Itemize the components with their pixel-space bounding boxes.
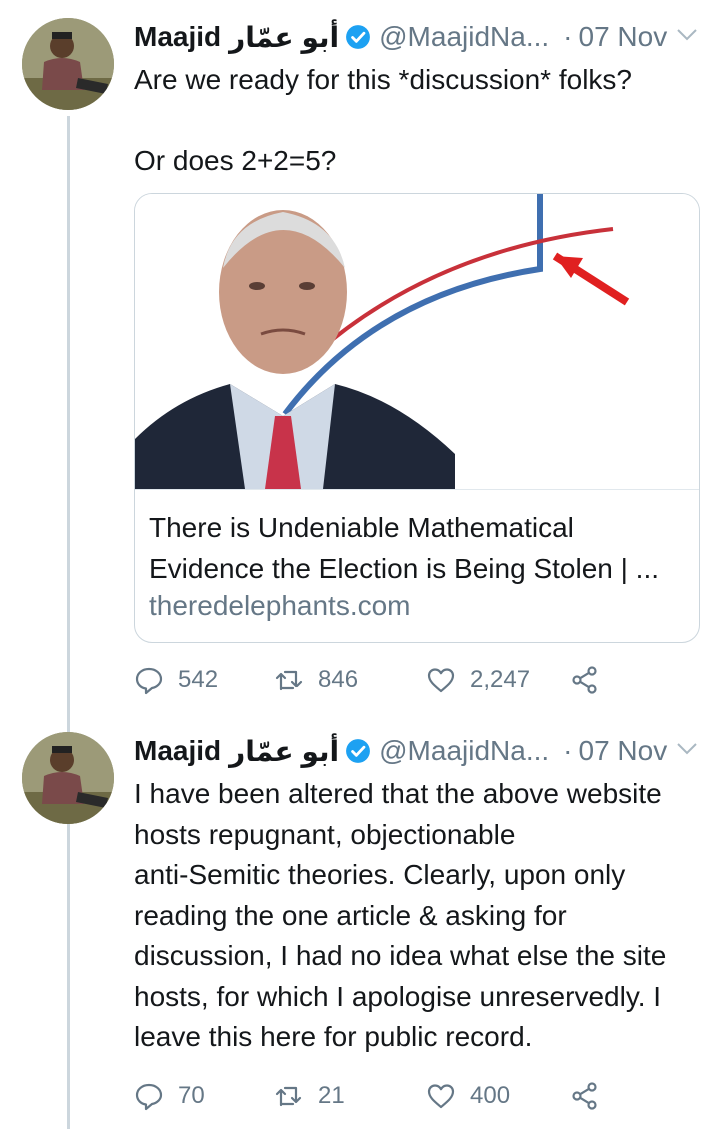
share-button[interactable] <box>570 1076 614 1116</box>
user-handle[interactable]: @MaajidNa... <box>379 735 549 767</box>
tweet-actions: 70 21 400 <box>134 1076 634 1116</box>
link-card-title[interactable]: There is Undeniable Mathematical Evidenc… <box>149 507 685 589</box>
separator-dot: · <box>563 735 573 766</box>
link-card-divider <box>135 489 699 490</box>
separator-dot: · <box>563 21 573 52</box>
retweet-button[interactable]: 846 <box>274 660 358 700</box>
retweet-button[interactable]: 21 <box>274 1076 345 1116</box>
tweet-text-line: anti-Semitic theories. Clearly, upon onl… <box>134 859 626 890</box>
tweet-text-line: hosts repugnant, objectionable <box>134 818 516 850</box>
tweet-header: Maajid أبو عمّار @MaajidNa... · 07 Nov <box>134 18 704 56</box>
display-name[interactable]: Maajid <box>134 735 221 767</box>
link-card[interactable]: There is Undeniable Mathematical Evidenc… <box>134 193 700 643</box>
like-icon <box>427 668 455 693</box>
reply-button[interactable]: 70 <box>134 1076 205 1116</box>
share-icon <box>572 666 597 694</box>
verified-badge-icon <box>346 739 371 763</box>
like-count: 400 <box>470 1082 511 1109</box>
retweet-count: 846 <box>318 666 359 693</box>
tweet[interactable]: Maajid أبو عمّار @MaajidNa... · 07 Nov I… <box>0 732 720 1129</box>
tweet[interactable]: Maajid أبو عمّار @MaajidNa... · 07 Nov A… <box>0 18 720 698</box>
like-button[interactable]: 2,247 <box>426 660 530 700</box>
display-name-arabic[interactable]: أبو عمّار <box>229 735 339 768</box>
tweet-text: Are we ready for this *discussion* folks… <box>134 60 709 182</box>
avatar[interactable] <box>22 18 114 110</box>
like-button[interactable]: 400 <box>426 1076 510 1116</box>
display-name-arabic[interactable]: أبو عمّار <box>229 21 339 54</box>
tweet-text-line: I have been altered that the above websi… <box>134 778 662 809</box>
retweet-icon <box>275 1086 302 1107</box>
reply-count: 542 <box>178 666 219 693</box>
reply-button[interactable]: 542 <box>134 660 218 700</box>
tweet-text-line: Or does 2+2=5? <box>134 145 337 176</box>
chevron-down-icon[interactable] <box>676 742 698 756</box>
reply-icon <box>135 1083 163 1111</box>
tweet-header: Maajid أبو عمّار @MaajidNa... · 07 Nov <box>134 732 704 770</box>
like-count: 2,247 <box>470 666 531 693</box>
reply-count: 70 <box>178 1082 205 1109</box>
tweet-text-line: discussion, I had no idea what else the … <box>134 940 667 971</box>
tweet-date[interactable]: 07 Nov <box>579 21 668 53</box>
verified-badge-icon <box>346 25 371 49</box>
tweet-text-line: leave this here for public record. <box>134 1021 533 1052</box>
retweet-icon <box>275 670 303 691</box>
chevron-down-icon[interactable] <box>676 28 698 42</box>
user-handle[interactable]: @MaajidNa... <box>379 21 549 53</box>
tweet-text-line: Are we ready for this *discussion* folks… <box>134 64 632 95</box>
retweet-count: 21 <box>318 1082 345 1109</box>
avatar[interactable] <box>22 732 114 824</box>
share-button[interactable] <box>570 660 614 700</box>
link-card-domain[interactable]: theredelephants.com <box>149 590 411 622</box>
reply-icon <box>135 667 163 695</box>
tweet-text-line: hosts, for which I apologise unreservedl… <box>134 980 662 1012</box>
share-icon <box>572 1082 597 1110</box>
tweet-actions: 542 846 2,247 <box>134 660 634 700</box>
tweet-text-line <box>134 101 709 142</box>
like-icon <box>427 1084 455 1109</box>
tweet-text-line: reading the one article & asking for <box>134 899 567 931</box>
link-card-image <box>135 194 699 489</box>
tweet-text: I have been altered that the above websi… <box>134 774 709 1058</box>
tweet-date[interactable]: 07 Nov <box>579 735 668 767</box>
display-name[interactable]: Maajid <box>134 21 221 53</box>
